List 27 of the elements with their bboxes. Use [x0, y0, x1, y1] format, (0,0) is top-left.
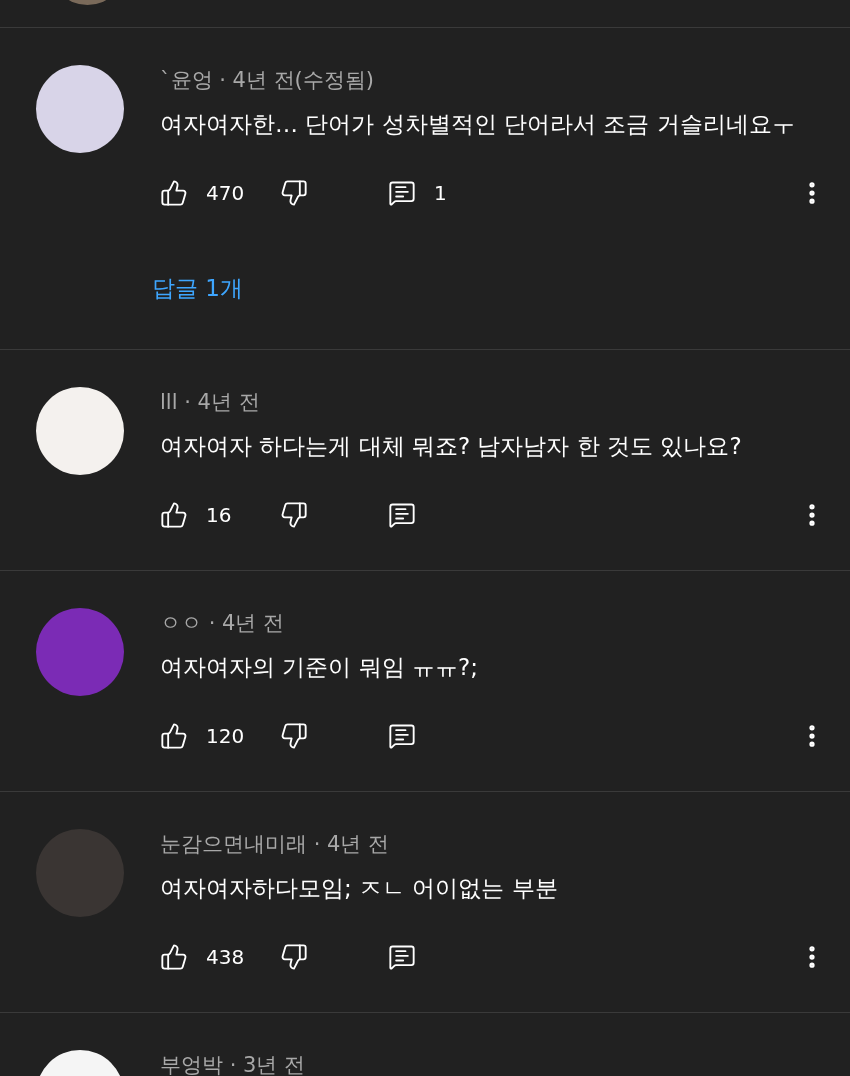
- thumbs-down-icon[interactable]: [280, 943, 308, 971]
- thumbs-up-icon[interactable]: [160, 722, 188, 750]
- comment-meta: lll · 4년 전: [160, 389, 261, 416]
- thumbs-up-icon[interactable]: [160, 943, 188, 971]
- like-count: 438: [206, 944, 246, 971]
- reply-icon[interactable]: [388, 501, 416, 529]
- comment-text: 여자여자한… 단어가 성차별적인 단어라서 조금 거슬리네요ㅜ: [160, 110, 796, 139]
- like-count: 16: [206, 502, 233, 529]
- reply-icon[interactable]: [388, 943, 416, 971]
- like-count: 470: [206, 180, 246, 207]
- replies-link[interactable]: 답글 1개: [152, 273, 243, 303]
- comment-meta: 눈감으면내미래 · 4년 전: [160, 831, 391, 858]
- comment-meta: ㅇㅇ · 4년 전: [160, 610, 286, 637]
- comment-meta: `윤엉 · 4년 전(수정됨): [160, 67, 375, 94]
- reply-icon[interactable]: [388, 722, 416, 750]
- comment-text: 여자여자의 기준이 뭐임 ㅠㅠ?;: [160, 653, 479, 682]
- thumbs-down-icon[interactable]: [280, 722, 308, 750]
- thumbs-down-icon[interactable]: [280, 179, 308, 207]
- thumbs-up-icon[interactable]: [160, 179, 188, 207]
- comment-text: 여자여자하다모임; ㅈㄴ 어이없는 부분: [160, 874, 559, 903]
- reply-icon[interactable]: [388, 179, 416, 207]
- comment-meta: 부엉박 · 3년 전: [160, 1052, 307, 1076]
- like-count: 120: [206, 723, 246, 750]
- thumbs-up-icon[interactable]: [160, 501, 188, 529]
- comment-text: 여자여자 하다는게 대체 뭐죠? 남자남자 한 것도 있나요?: [160, 432, 743, 461]
- thumbs-down-icon[interactable]: [280, 501, 308, 529]
- reply-count: 1: [434, 180, 447, 207]
